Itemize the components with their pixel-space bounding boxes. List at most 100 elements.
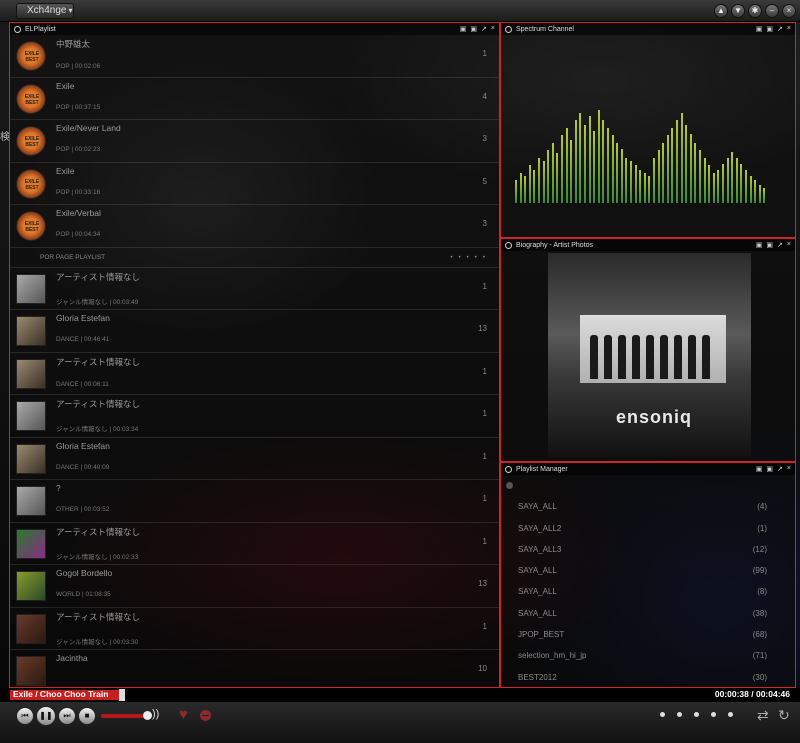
track-meta: OTHER | 00:03:52 (56, 506, 110, 513)
next-icon[interactable]: ⏭ (58, 707, 76, 725)
playlist-row[interactable]: Gloria Estefan DANCE | 00:40:09 1 (10, 438, 499, 480)
volume-handle[interactable] (143, 711, 152, 720)
volume-icon[interactable]: )) (152, 708, 159, 720)
close-icon[interactable]: × (787, 241, 791, 249)
song-title (56, 176, 499, 188)
page-dot[interactable] (711, 712, 716, 717)
playlist-manager-item[interactable] (501, 475, 795, 496)
spectrum-bar (685, 125, 688, 203)
playlist-row[interactable]: Exile POP | 00:33:16 5 (10, 163, 499, 205)
previous-icon[interactable]: ⏮ (16, 707, 34, 725)
shuffle-icon[interactable]: ⇄ (757, 707, 769, 724)
panel-dot-icon[interactable] (505, 465, 512, 473)
playlist-row[interactable]: Gloria Estefan DANCE | 00:46:41 13 (10, 310, 499, 353)
close-icon[interactable]: × (787, 25, 791, 33)
playlist-name: SAYA_ALL (518, 608, 557, 618)
love-icon[interactable]: ♥ (179, 706, 188, 723)
repeat-icon[interactable]: ↻ (778, 707, 790, 724)
page-dot[interactable] (660, 712, 665, 717)
spectrum-bar (699, 150, 701, 203)
panel-dot-icon[interactable] (505, 241, 512, 249)
pause-icon[interactable]: ❚❚ (36, 706, 56, 726)
ban-icon[interactable] (200, 710, 211, 721)
stop-icon[interactable]: ■ (78, 707, 96, 725)
playlist-manager-item[interactable]: SAYA_ALL (8) (501, 581, 795, 602)
playlist-manager-item[interactable]: JPOP_BEST (68) (501, 624, 795, 645)
panel-layout-icon[interactable]: ▣ (460, 25, 467, 33)
playlist-count: (4) (757, 502, 767, 512)
spectrum-bar (597, 110, 600, 203)
spectrum-bar (648, 176, 651, 203)
up-icon[interactable]: ▲ (714, 4, 728, 18)
panel-layout-icon[interactable]: ▣ (766, 465, 773, 473)
popout-icon[interactable]: ↗ (777, 465, 783, 473)
pager-dots[interactable]: • • • • • (450, 248, 487, 268)
down-icon[interactable]: ▼ (731, 4, 745, 18)
minimize-icon[interactable]: – (765, 4, 779, 18)
artist-photo: ensoniq (548, 253, 751, 457)
track-meta: DANCE | 00:06:11 (56, 380, 109, 388)
page-dot[interactable] (728, 712, 733, 717)
track-count: 1 (482, 281, 487, 291)
track-count: 1 (482, 494, 487, 503)
playlist-manager-item[interactable]: selection_hm_hi_jp (71) (501, 645, 795, 666)
panel-dot-icon[interactable] (505, 25, 512, 33)
playlist-manager-item[interactable]: SAYA_ALL (4) (501, 496, 795, 517)
close-icon[interactable]: × (787, 465, 791, 473)
popout-icon[interactable]: ↗ (777, 241, 783, 249)
playlist-manager-item[interactable]: SAYA_ALL2 (1) (501, 518, 795, 539)
close-icon[interactable]: × (782, 4, 796, 18)
playlist-manager-item[interactable]: BEST2012 (30) (501, 667, 795, 687)
close-icon[interactable]: × (491, 25, 495, 33)
playlist-row[interactable]: アーティスト情報なし ジャンル情報なし | 00:03:34 1 (10, 395, 499, 438)
playlist-manager-list[interactable]: SAYA_ALL (4) SAYA_ALL2 (1) SAYA_ALL3 (12) SAYA… (501, 475, 795, 687)
page-dot[interactable] (677, 712, 682, 717)
now-playing-bar[interactable]: Exile / Choo Choo Train 00:00:38 / 00:04… (0, 688, 800, 702)
playlist-row[interactable]: アーティスト情報なし DANCE | 00:06:11 1 (10, 353, 499, 395)
panel-layout-icon[interactable]: ▣ (756, 25, 763, 33)
artist-name: Gloria Estefan (56, 440, 110, 451)
playlist-row[interactable]: ? OTHER | 00:03:52 1 (10, 480, 499, 523)
playlist-row[interactable]: 中野雄太 POP | 00:02:06 1 (10, 35, 499, 78)
spectrum-bar (680, 113, 683, 203)
playlist-manager-item[interactable]: SAYA_ALL3 (12) (501, 539, 795, 560)
playlist-manager-item[interactable]: SAYA_ALL (38) (501, 603, 795, 624)
panel-layout-icon[interactable]: ▣ (756, 241, 763, 249)
playlist-row[interactable]: Jacintha 10 (10, 650, 499, 687)
panel-layout-icon[interactable]: ▣ (766, 25, 773, 33)
page-dots (660, 712, 733, 717)
page-dot[interactable] (694, 712, 699, 717)
playlist-row[interactable]: アーティスト情報なし ジャンル情報なし | 00:03:30 1 (10, 608, 499, 650)
track-meta: POP | 00:02:06 (56, 63, 101, 70)
gear-icon[interactable]: ✱ (748, 4, 762, 18)
panel-layout-icon[interactable]: ▣ (756, 465, 763, 473)
song-title (56, 133, 499, 145)
playlist-manager-item[interactable]: SAYA_ALL (99) (501, 560, 795, 581)
volume-slider[interactable] (101, 714, 149, 718)
playlist-panel: ELPlaylist ▣ ▣ ↗ × 中野雄太 POP | 00:02:06 1 Ex… (9, 22, 500, 688)
playlist-row[interactable]: Gogol Bordello WORLD | 01:08:35 13 (10, 565, 499, 608)
panel-layout-icon[interactable]: ▣ (470, 25, 477, 33)
playlist-row[interactable]: アーティスト情報なし ジャンル情報なし | 00:02:33 1 (10, 523, 499, 565)
seek-handle[interactable] (119, 689, 126, 701)
spectrum-bar (602, 120, 605, 203)
playlist-row[interactable]: Exile POP | 00:37:15 4 (10, 78, 499, 120)
playlist-row[interactable]: Exile/Never Land POP | 00:02:23 3 (10, 120, 499, 163)
song-title (56, 493, 499, 505)
panel-layout-icon[interactable]: ▣ (766, 241, 773, 249)
panel-dot-icon[interactable] (14, 25, 21, 33)
spectrum-bar (643, 173, 646, 203)
spectrum-bar (749, 176, 752, 203)
spectrum-bar (735, 158, 738, 203)
playlist-row[interactable]: Exile/Verbal POP | 00:04:34 3 (10, 205, 499, 248)
popout-icon[interactable]: ↗ (481, 25, 487, 33)
playlist-list[interactable]: 中野雄太POP | 00:02:061ExilePOP | 00:37:154E… (10, 35, 499, 687)
skin-menu-button[interactable]: Xch4nge ▾ (16, 3, 74, 19)
panel-title: Playlist Manager (516, 465, 568, 473)
artist-name: アーティスト情報なし (56, 271, 140, 282)
artist-name: アーティスト情報なし (56, 611, 140, 622)
panel-header: ELPlaylist ▣ ▣ ↗ × (10, 23, 499, 35)
playlist-name: SAYA_ALL (518, 587, 557, 597)
popout-icon[interactable]: ↗ (777, 25, 783, 33)
playlist-row[interactable]: アーティスト情報なし ジャンル情報なし | 00:03:49 1 (10, 268, 499, 310)
